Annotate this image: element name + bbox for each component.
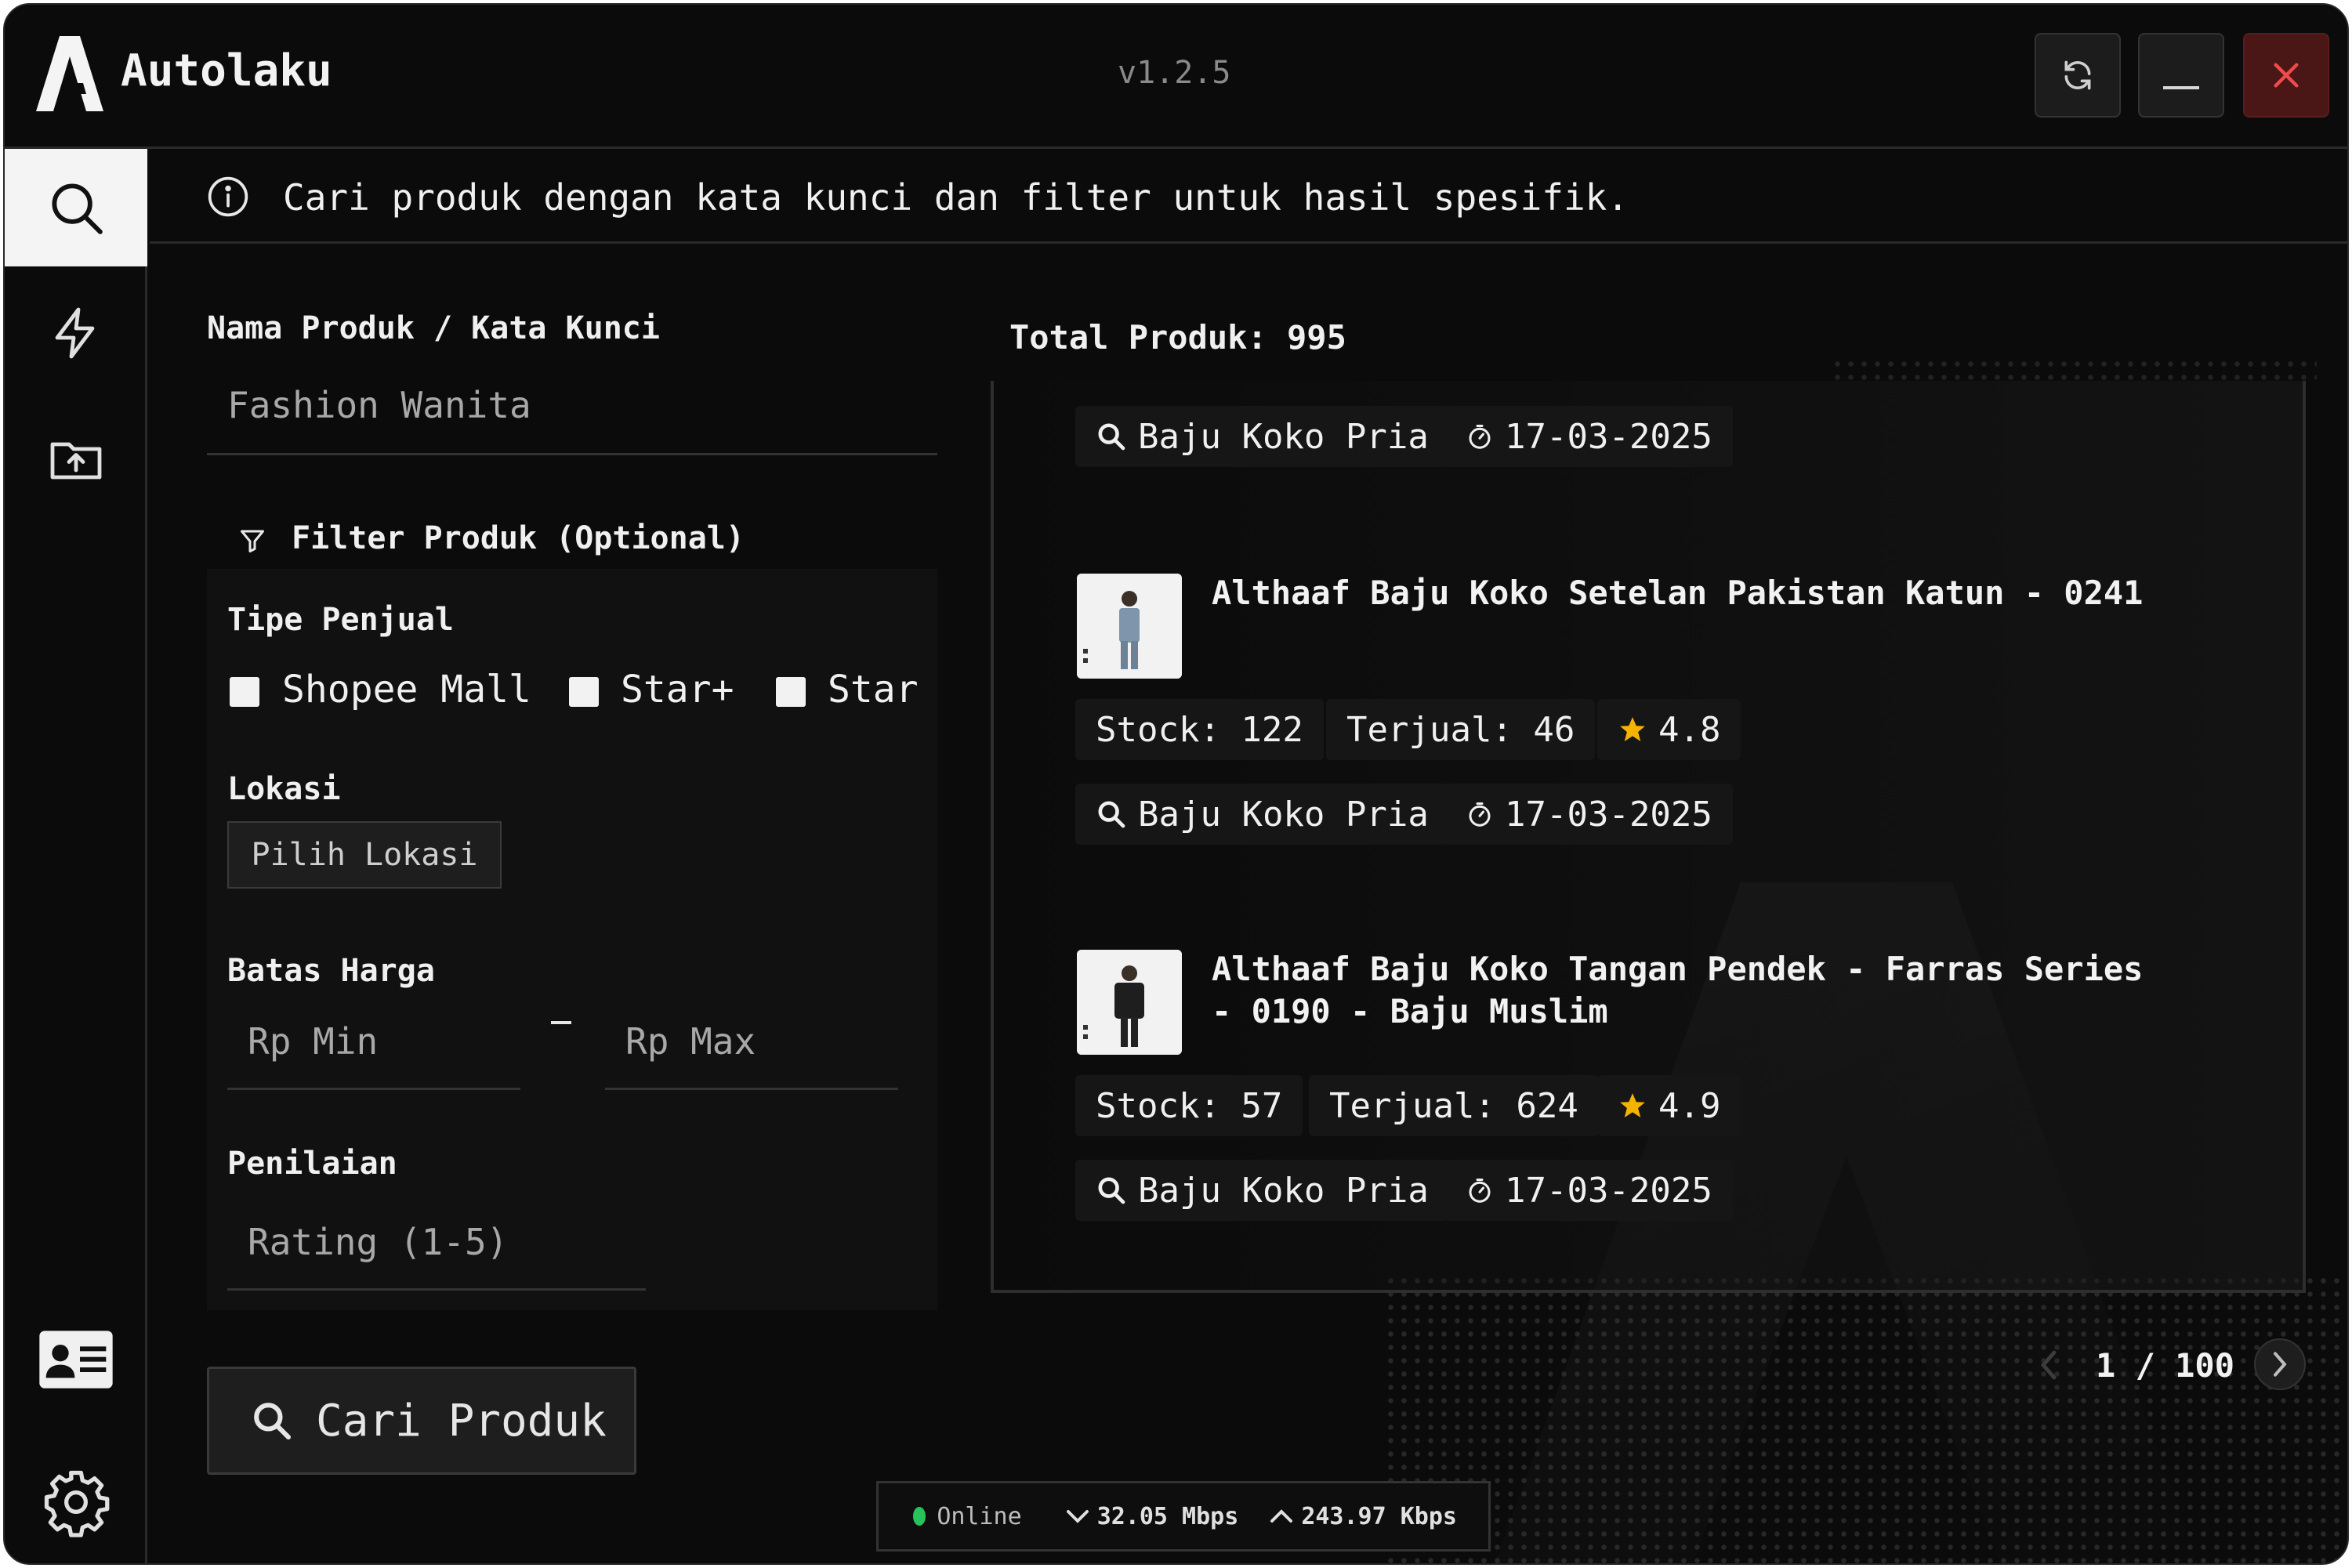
checkbox-shopee-mall[interactable] xyxy=(230,677,259,707)
checkbox-label-shopee-mall: Shopee Mall xyxy=(282,668,531,712)
location-select-button[interactable]: Pilih Lokasi xyxy=(227,821,502,889)
date-chip: 17-03-2025 xyxy=(1445,1160,1733,1221)
chevron-down-icon xyxy=(1066,1510,1089,1523)
search-icon xyxy=(1098,423,1125,451)
autolaku-logo-icon xyxy=(36,36,103,111)
status-bar: Online 32.05 Mbps 243.97 Kbps xyxy=(876,1481,1491,1552)
sidebar-item-settings[interactable] xyxy=(5,1443,147,1561)
checkbox-label-star: Star xyxy=(828,668,919,712)
sold-chip: Terjual: 46 xyxy=(1326,699,1596,760)
date-chip: 17-03-2025 xyxy=(1445,406,1733,467)
product-image xyxy=(1077,950,1182,1055)
seller-type-label: Tipe Penjual xyxy=(227,602,454,638)
filter-icon xyxy=(241,530,264,552)
upload-speed: 243.97 Kbps xyxy=(1270,1503,1457,1530)
rating-input-underline xyxy=(227,1288,646,1291)
folder-upload-icon xyxy=(50,442,102,480)
keyword-chip: Baju Koko Pria xyxy=(1075,1160,1449,1221)
connection-status: Online xyxy=(937,1502,1022,1530)
app-title: Autolaku xyxy=(121,45,332,96)
previous-page-button[interactable] xyxy=(2030,1343,2068,1387)
refresh-icon xyxy=(2064,60,2091,90)
sidebar xyxy=(5,149,147,1563)
minimize-button[interactable] xyxy=(2138,33,2224,118)
keyword-chip: Baju Koko Pria xyxy=(1075,406,1449,467)
sidebar-item-account[interactable] xyxy=(5,1301,147,1418)
star-icon xyxy=(1620,717,1645,742)
product-image xyxy=(1077,574,1182,679)
checkbox-star[interactable] xyxy=(776,677,806,707)
star-icon xyxy=(1620,1093,1645,1118)
keyword-input[interactable]: Fashion Wanita xyxy=(227,384,531,426)
background-dot-pattern xyxy=(1384,1274,2347,1563)
id-card-icon xyxy=(39,1331,113,1389)
app-version: v1.2.5 xyxy=(1118,55,1231,91)
stopwatch-icon xyxy=(1469,425,1491,449)
sidebar-item-search[interactable] xyxy=(5,149,147,266)
close-icon xyxy=(2274,63,2299,88)
online-status-dot xyxy=(913,1507,926,1526)
total-products: Total Produk: 995 xyxy=(1009,318,1346,357)
sold-chip: Terjual: 624 xyxy=(1309,1075,1599,1136)
keyword-chip: Baju Koko Pria xyxy=(1075,784,1449,845)
product-thumbnail[interactable] xyxy=(1077,950,1182,1055)
product-title[interactable]: Althaaf Baju Koko Tangan Pendek - Farras… xyxy=(1212,948,2168,1033)
stock-chip: Stock: 57 xyxy=(1075,1075,1303,1136)
price-max-underline xyxy=(605,1088,898,1090)
price-min-input[interactable]: Rp Min xyxy=(248,1020,378,1063)
search-icon xyxy=(1098,801,1125,828)
filter-title: Filter Produk (Optional) xyxy=(292,520,745,556)
close-button[interactable] xyxy=(2243,33,2329,118)
stopwatch-icon xyxy=(1469,1179,1491,1203)
rating-label: Penilaian xyxy=(227,1146,397,1182)
stopwatch-icon xyxy=(1469,802,1491,827)
download-speed: 32.05 Mbps xyxy=(1066,1503,1238,1530)
sidebar-item-upload[interactable] xyxy=(5,400,147,517)
price-max-input[interactable]: Rp Max xyxy=(625,1020,756,1063)
search-icon xyxy=(254,1403,292,1440)
keyword-input-underline xyxy=(207,453,937,455)
minimize-icon xyxy=(2163,86,2199,89)
price-label: Batas Harga xyxy=(227,953,435,989)
rating-chip: 4.9 xyxy=(1597,1075,1741,1136)
location-label: Lokasi xyxy=(227,771,341,807)
page-indicator: 1 / 100 xyxy=(2096,1346,2235,1385)
search-icon xyxy=(1098,1177,1125,1204)
lightning-icon xyxy=(55,307,95,359)
background-dot-pattern-top xyxy=(1831,357,2317,381)
date-chip: 17-03-2025 xyxy=(1445,784,1733,845)
keyword-label: Nama Produk / Kata Kunci xyxy=(207,310,660,346)
search-products-button-label: Cari Produk xyxy=(316,1395,607,1447)
chevron-right-icon xyxy=(2274,1352,2287,1377)
app-window: Autolaku v1.2.5 Cari produk dengan kata … xyxy=(3,3,2349,1565)
info-bar: Cari produk dengan kata kunci dan filter… xyxy=(150,151,2347,244)
price-range-dash xyxy=(551,1021,571,1024)
title-bar: Autolaku v1.2.5 xyxy=(5,5,2347,149)
stock-chip: Stock: 122 xyxy=(1075,699,1324,760)
info-icon xyxy=(208,176,248,217)
price-min-underline xyxy=(227,1088,520,1090)
sidebar-item-automation[interactable] xyxy=(5,274,147,392)
checkbox-label-star-plus: Star+ xyxy=(621,668,734,712)
chevron-up-icon xyxy=(1270,1509,1293,1523)
checkbox-star-plus[interactable] xyxy=(569,677,599,707)
search-products-button[interactable]: Cari Produk xyxy=(207,1367,636,1475)
chevron-left-icon xyxy=(2040,1350,2057,1380)
next-page-button[interactable] xyxy=(2254,1338,2306,1390)
rating-input[interactable]: Rating (1-5) xyxy=(248,1221,508,1263)
info-text: Cari produk dengan kata kunci dan filter… xyxy=(283,176,1629,219)
search-icon xyxy=(52,183,103,234)
refresh-button[interactable] xyxy=(2035,33,2121,118)
rating-chip: 4.8 xyxy=(1597,699,1741,760)
product-title[interactable]: Althaaf Baju Koko Setelan Pakistan Katun… xyxy=(1212,572,2168,614)
product-thumbnail[interactable] xyxy=(1077,574,1182,679)
gear-icon xyxy=(44,1470,110,1537)
